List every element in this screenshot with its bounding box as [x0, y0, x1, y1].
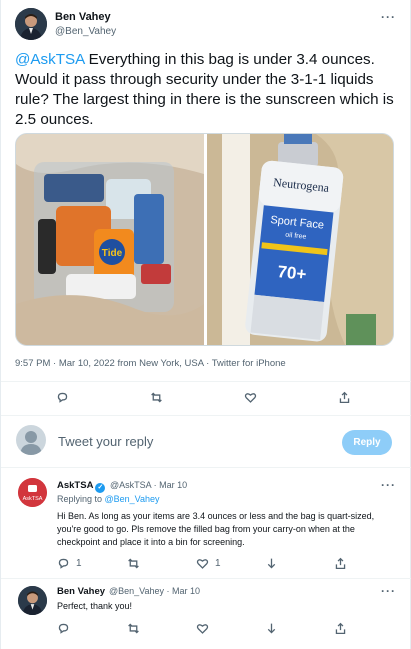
reply-author-handle[interactable]: @Ben_Vahey · Mar 10: [109, 586, 200, 596]
share-icon: [335, 557, 346, 570]
asktsa-avatar-text: AskTSA: [23, 496, 43, 502]
author-handle[interactable]: @Ben_Vahey: [55, 26, 116, 37]
reply-text: Perfect, thank you!: [57, 601, 133, 611]
share-button[interactable]: [338, 391, 351, 404]
down-arrow-icon: [267, 623, 276, 634]
tweet-text: @AskTSA Everything in this bag is under …: [15, 50, 395, 130]
retweet-icon: [128, 558, 139, 569]
downvote-button[interactable]: [265, 622, 278, 635]
reply-date[interactable]: · Mar 10: [167, 586, 201, 596]
divider: [1, 467, 411, 468]
reply-icon: [58, 558, 69, 569]
replying-to-handle[interactable]: @Ben_Vahey: [105, 494, 160, 504]
retweet-icon: [151, 392, 162, 403]
reply-author-handle[interactable]: @AskTSA · Mar 10: [110, 480, 187, 490]
sunscreen-spf: 70+: [277, 262, 308, 284]
reply-button[interactable]: [57, 622, 70, 635]
tweet-timestamp[interactable]: 9:57 PM · Mar 10, 2022 from New York, US…: [15, 358, 286, 369]
like-button[interactable]: 1: [196, 557, 221, 570]
reply-count: 1: [76, 558, 82, 569]
asktsa-avatar[interactable]: AskTSA: [18, 478, 47, 507]
replying-to: Replying to @Ben_Vahey: [57, 494, 160, 504]
tweet-thread: Ben Vahey @Ben_Vahey ··· @AskTSA Everyth…: [0, 0, 411, 649]
photo-sunscreen[interactable]: Neutrogena Sport Face oil free 70+: [207, 134, 394, 346]
reply-icon: [57, 392, 68, 403]
like-count: 1: [215, 558, 221, 569]
heart-icon: [244, 393, 257, 403]
retweet-button[interactable]: [127, 622, 140, 635]
share-icon: [335, 622, 346, 635]
more-options-icon[interactable]: ···: [381, 10, 396, 24]
reply-date[interactable]: · Mar 10: [154, 480, 188, 490]
retweet-icon: [128, 623, 139, 634]
mention-link[interactable]: @AskTSA: [15, 51, 84, 68]
share-icon: [339, 391, 350, 404]
like-button[interactable]: [196, 622, 209, 635]
tide-label: Tide: [102, 248, 123, 259]
divider: [1, 381, 411, 382]
share-button[interactable]: [334, 557, 347, 570]
downvote-button[interactable]: [265, 557, 278, 570]
verified-badge-icon: ✓: [95, 483, 106, 493]
current-user-avatar[interactable]: [16, 425, 46, 455]
reply-author-name[interactable]: Ben Vahey: [57, 586, 105, 597]
reply-author-avatar[interactable]: [18, 586, 47, 615]
reply-author-name-text[interactable]: AskTSA: [57, 480, 93, 491]
reply-button[interactable]: [56, 391, 69, 404]
divider: [1, 578, 411, 579]
retweet-button[interactable]: [150, 391, 163, 404]
divider: [1, 415, 411, 416]
reply-icon: [58, 623, 69, 634]
author-avatar[interactable]: [15, 8, 47, 40]
reply-author-name[interactable]: AskTSA ✓: [57, 480, 106, 493]
tweet-media[interactable]: Tide Neutrogena Sport Face oil free 70+: [15, 133, 394, 346]
photo-toiletry-bag[interactable]: Tide: [16, 134, 204, 346]
heart-icon: [196, 559, 209, 569]
more-options-icon[interactable]: ···: [381, 478, 396, 492]
retweet-button[interactable]: [127, 557, 140, 570]
down-arrow-icon: [267, 558, 276, 569]
share-button[interactable]: [334, 622, 347, 635]
like-button[interactable]: [244, 391, 257, 404]
heart-icon: [196, 624, 209, 634]
submit-reply-button[interactable]: Reply: [342, 430, 392, 455]
more-options-icon[interactable]: ···: [381, 584, 396, 598]
reply-input[interactable]: Tweet your reply: [58, 434, 153, 449]
reply-text: Hi Ben. As long as your items are 3.4 ou…: [57, 511, 375, 547]
author-name[interactable]: Ben Vahey: [55, 11, 111, 23]
reply-button[interactable]: 1: [57, 557, 82, 570]
